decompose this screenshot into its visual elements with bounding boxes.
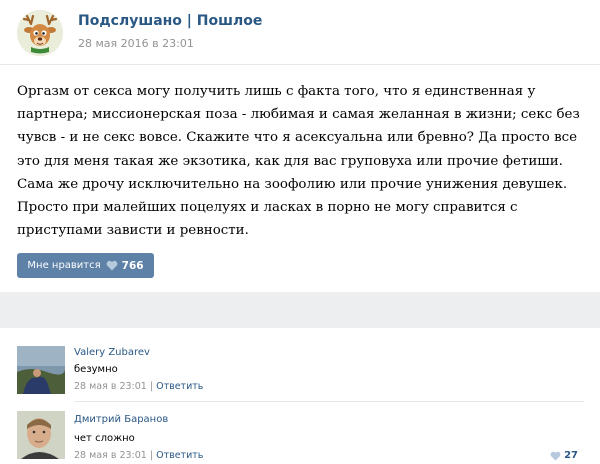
commenter-name[interactable]: Дмитрий Баранов <box>74 414 168 425</box>
commenter-avatar[interactable] <box>17 346 65 394</box>
comment-date[interactable]: 28 мая в 23:01 <box>74 450 147 461</box>
post-date[interactable]: 28 мая 2016 в 23:01 <box>78 37 194 50</box>
meta-separator: | <box>149 450 154 461</box>
comment-meta: 28 мая в 23:01 | Ответить <box>74 381 203 392</box>
like-label: Мне нравится <box>27 260 101 271</box>
comment-like-count: 27 <box>564 450 578 461</box>
comment-date[interactable]: 28 мая в 23:01 <box>74 381 147 392</box>
comment-like-button[interactable]: 27 <box>550 450 578 461</box>
user-photo-icon <box>17 411 65 459</box>
community-name[interactable]: Подслушано | Пошлое <box>78 13 262 29</box>
header-divider <box>0 64 600 65</box>
reply-link[interactable]: Ответить <box>156 450 203 461</box>
meta-separator: | <box>149 381 154 392</box>
comment-divider <box>74 401 584 402</box>
post-separator <box>0 292 600 328</box>
comment-text: безумно <box>74 364 118 375</box>
heart-icon <box>550 451 561 461</box>
commenter-avatar[interactable] <box>17 411 65 459</box>
like-count: 766 <box>121 259 144 272</box>
comment-text: чет сложно <box>74 433 135 444</box>
commenter-name[interactable]: Valery Zubarev <box>74 347 150 358</box>
reply-link[interactable]: Ответить <box>156 381 203 392</box>
community-avatar[interactable] <box>17 10 63 56</box>
comment-meta: 28 мая в 23:01 | Ответить <box>74 450 203 461</box>
heart-icon <box>106 260 118 271</box>
like-button[interactable]: Мне нравится 766 <box>17 253 154 278</box>
post-text: Оргазм от секса могу получить лишь с фак… <box>17 84 580 239</box>
user-photo-icon <box>17 346 65 394</box>
deer-logo-icon <box>17 10 63 56</box>
post-header: Подслушано | Пошлое 28 мая 2016 в 23:01 <box>0 0 600 64</box>
